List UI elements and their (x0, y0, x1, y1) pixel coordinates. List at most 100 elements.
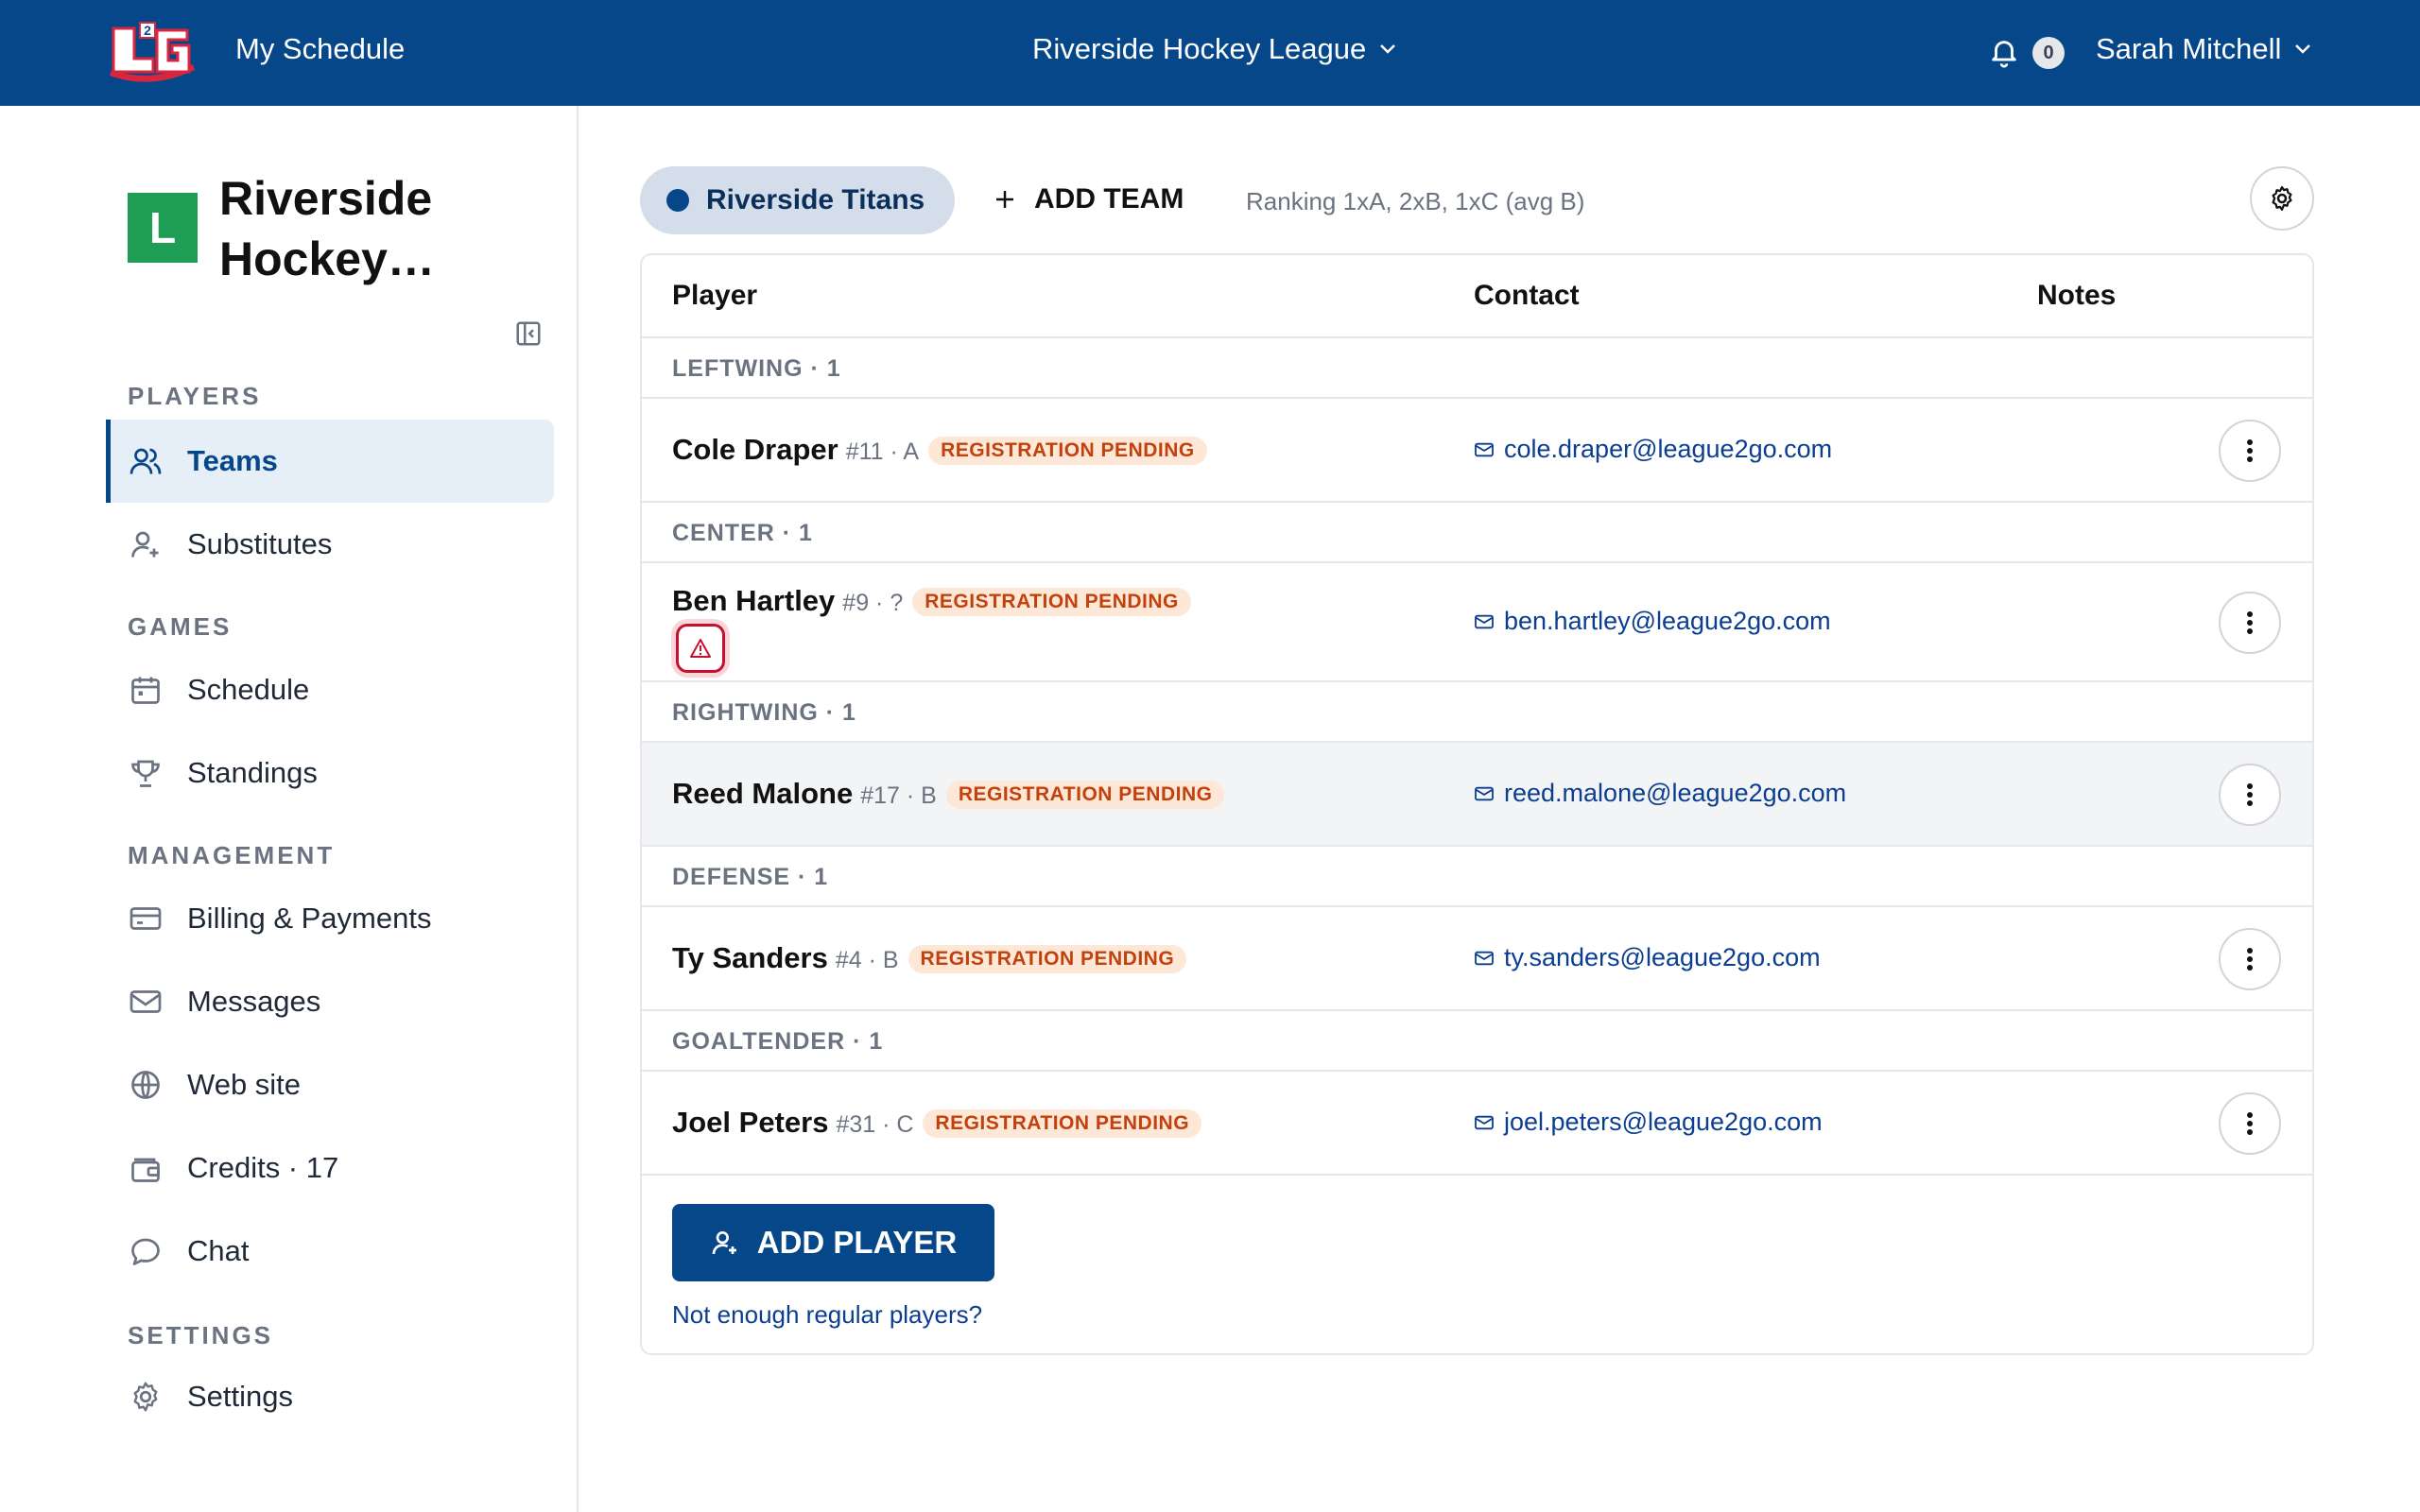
status-badge: REGISTRATION PENDING (923, 1109, 1202, 1138)
player-email-link[interactable]: joel.peters@league2go.com (1474, 1108, 1823, 1137)
sidebar-item-credits[interactable]: Credits · 17 (106, 1126, 554, 1210)
sidebar-item-label: Settings (187, 1380, 294, 1413)
user-menu[interactable]: Sarah Mitchell (2096, 32, 2311, 66)
sidebar: L Riverside Hockey… PLAYERS Teams Substi… (0, 106, 579, 1512)
team-ranking: Ranking 1xA, 2xB, 1xC (avg B) (1246, 187, 1585, 215)
table-row[interactable]: Ty Sanders #4 · B REGISTRATION PENDING ty.… (642, 907, 2312, 1011)
user-name: Sarah Mitchell (2096, 32, 2282, 65)
user-plus-icon (712, 1231, 736, 1255)
player-name[interactable]: Ty Sanders (672, 941, 828, 974)
my-schedule-link[interactable]: My Schedule (235, 32, 405, 66)
sidebar-item-label: Standings (187, 756, 318, 789)
sidebar-item-label: Messages (187, 985, 321, 1018)
warning-triangle-icon (690, 639, 711, 658)
group-label: GOALTENDER · 1 (672, 1028, 884, 1055)
player-name[interactable]: Ben Hartley (672, 584, 835, 617)
chevron-down-icon (2295, 44, 2311, 54)
group-header-leftwing: LEFTWING · 1 (642, 338, 2312, 399)
section-label-games: GAMES (128, 612, 233, 641)
table-row[interactable]: Ben Hartley #9 · ? REGISTRATION PENDING be… (642, 563, 2312, 682)
credit-card-icon (130, 907, 162, 930)
sidebar-item-label: Web site (187, 1068, 302, 1101)
column-header-contact: Contact (1474, 280, 1580, 311)
sidebar-collapse-icon[interactable] (514, 319, 543, 348)
player-meta: #17 · B (860, 782, 937, 809)
player-name[interactable]: Joel Peters (672, 1106, 828, 1139)
sidebar-item-teams[interactable]: Teams (106, 420, 554, 503)
more-vertical-icon (2247, 783, 2253, 806)
team-settings-button[interactable] (2250, 166, 2314, 231)
sidebar-item-chat[interactable]: Chat (106, 1210, 554, 1293)
top-bar: 2 My Schedule Riverside Hockey League 0 … (0, 0, 2420, 106)
row-actions-button[interactable] (2219, 1092, 2281, 1155)
player-email-link[interactable]: cole.draper@league2go.com (1474, 435, 1832, 464)
plus-icon (996, 191, 1013, 208)
bell-icon[interactable] (1988, 36, 2020, 70)
player-email: ty.sanders@league2go.com (1504, 943, 1821, 971)
row-actions-button[interactable] (2219, 592, 2281, 654)
user-plus-icon (131, 531, 159, 558)
group-label: DEFENSE · 1 (672, 864, 829, 890)
sidebar-item-messages[interactable]: Messages (106, 960, 554, 1043)
table-row[interactable]: Cole Draper #11 · A REGISTRATION PENDING c… (642, 399, 2312, 503)
player-email-link[interactable]: ty.sanders@league2go.com (1474, 943, 1821, 972)
status-badge: REGISTRATION PENDING (908, 945, 1187, 973)
player-meta: #4 · B (835, 947, 899, 973)
org-badge: L (128, 193, 198, 263)
player-name-cell: Cole Draper #11 · A REGISTRATION PENDING (672, 433, 1207, 467)
player-meta: #31 · C (836, 1111, 914, 1138)
add-team-button[interactable]: ADD TEAM (994, 183, 1184, 215)
sidebar-item-label: Substitutes (187, 527, 333, 560)
mail-icon (1475, 951, 1494, 965)
row-actions-button[interactable] (2219, 420, 2281, 482)
sidebar-item-settings[interactable]: Settings (106, 1355, 554, 1438)
roster-table: Player Contact Notes LEFTWING · 1 Cole D… (640, 253, 2314, 1355)
sidebar-item-label: Billing & Payments (187, 902, 432, 935)
sidebar-item-schedule[interactable]: Schedule (106, 648, 554, 731)
group-label: CENTER · 1 (672, 520, 813, 546)
player-name-cell: Ty Sanders #4 · B REGISTRATION PENDING (672, 941, 1187, 975)
mail-icon (130, 990, 162, 1013)
group-header-center: CENTER · 1 (642, 503, 2312, 563)
more-vertical-icon (2247, 1112, 2253, 1135)
sidebar-item-label: Teams (187, 444, 278, 477)
sidebar-item-substitutes[interactable]: Substitutes (106, 503, 554, 586)
row-actions-button[interactable] (2219, 928, 2281, 990)
notification-count-badge: 0 (2032, 37, 2065, 69)
gear-icon (2272, 186, 2292, 211)
wallet-icon (131, 1158, 160, 1182)
table-row[interactable]: Joel Peters #31 · C REGISTRATION PENDING j… (642, 1072, 2312, 1176)
group-label: RIGHTWING · 1 (672, 699, 856, 726)
add-player-button[interactable]: ADD PLAYER (672, 1204, 994, 1281)
add-player-label: ADD PLAYER (756, 1225, 958, 1260)
group-header-goaltender: GOALTENDER · 1 (642, 1011, 2312, 1072)
not-enough-players-link[interactable]: Not enough regular players? (672, 1300, 982, 1330)
sidebar-item-website[interactable]: Web site (106, 1043, 554, 1126)
column-header-player: Player (672, 280, 758, 311)
group-header-defense: DEFENSE · 1 (642, 847, 2312, 907)
team-tab-riverside-titans[interactable]: Riverside Titans (640, 166, 956, 234)
gear-icon (133, 1382, 158, 1412)
league-selector[interactable]: Riverside Hockey League (1032, 32, 1396, 66)
player-name[interactable]: Reed Malone (672, 777, 853, 810)
sidebar-item-billing[interactable]: Billing & Payments (106, 877, 554, 960)
player-email-link[interactable]: reed.malone@league2go.com (1474, 779, 1846, 808)
player-email: cole.draper@league2go.com (1504, 435, 1833, 463)
player-meta: #11 · A (845, 438, 920, 465)
trophy-icon (131, 760, 160, 787)
users-icon (130, 448, 162, 474)
table-row[interactable]: Reed Malone #17 · B REGISTRATION PENDING r… (642, 743, 2312, 847)
player-email-link[interactable]: ben.hartley@league2go.com (1474, 607, 1831, 636)
mail-icon (1475, 1115, 1494, 1129)
warning-button[interactable] (676, 624, 725, 673)
chat-icon (131, 1238, 160, 1265)
chevron-down-icon (1380, 44, 1396, 54)
league2go-logo[interactable]: 2 (104, 17, 199, 85)
player-name-cell: Ben Hartley #9 · ? REGISTRATION PENDING (672, 584, 1191, 618)
row-actions-button[interactable] (2219, 764, 2281, 826)
mail-icon (1475, 442, 1494, 456)
player-name[interactable]: Cole Draper (672, 433, 838, 466)
group-label: LEFTWING · 1 (672, 355, 841, 382)
sidebar-item-label: Chat (187, 1234, 250, 1267)
sidebar-item-standings[interactable]: Standings (106, 731, 554, 815)
